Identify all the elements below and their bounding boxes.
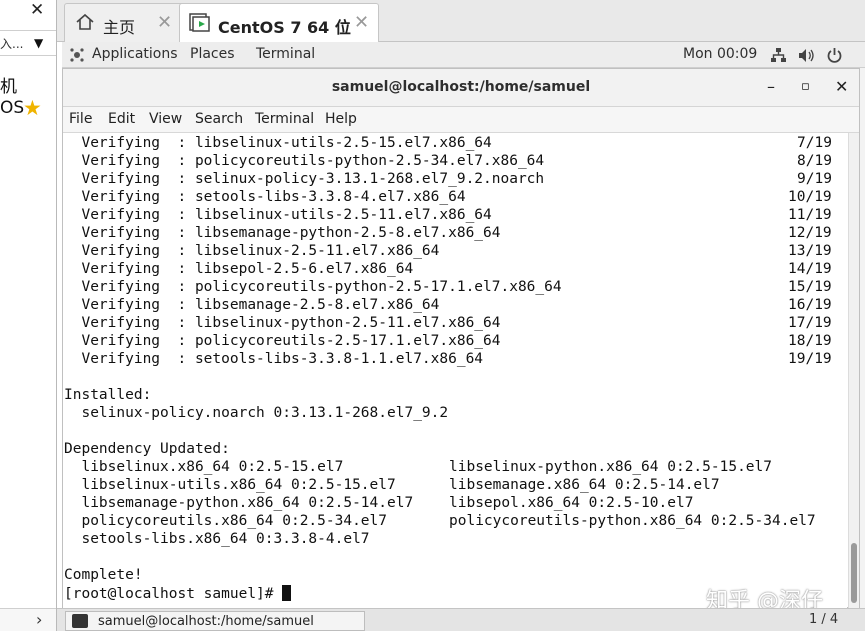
verify-count: 19/19 — [788, 351, 832, 367]
vm-running-icon — [189, 13, 210, 32]
verify-count: 10/19 — [788, 189, 832, 205]
verify-line: Verifying : libsemanage-python-2.5-8.el7… — [64, 225, 501, 241]
tab-centos[interactable]: CentOS 7 64 位 ✕ — [179, 3, 379, 42]
clock[interactable]: Mon 00:09 — [683, 46, 757, 62]
menu-edit[interactable]: Edit — [108, 111, 135, 127]
star-icon[interactable]: ★ — [23, 96, 42, 120]
host-sidebar: ✕ 入... ▼ 机 OS ★ › — [0, 0, 57, 631]
home-icon — [76, 13, 94, 30]
verify-count: 15/19 — [788, 279, 832, 295]
sidebar-combo-text: 入... — [0, 37, 24, 51]
verify-line: Verifying : policycoreutils-python-2.5-1… — [64, 279, 562, 295]
sidebar-footer: › — [0, 608, 56, 631]
volume-icon[interactable] — [798, 47, 815, 64]
verify-line: Verifying : setools-libs-3.3.8-4.el7.x86… — [64, 189, 466, 205]
applications-menu[interactable]: Applications — [92, 46, 178, 62]
power-icon[interactable] — [826, 47, 843, 64]
dependency-right: libselinux-python.x86_64 0:2.5-15.el7 — [449, 459, 773, 475]
terminal-window: samuel@localhost:/home/samuel – ▫ ✕ File… — [62, 68, 860, 608]
close-button[interactable]: ✕ — [835, 77, 848, 96]
workspace-pager[interactable]: 1 / 4 — [809, 612, 838, 627]
dependency-left: policycoreutils.x86_64 0:2.5-34.el7 — [64, 513, 388, 529]
gnome-foot-icon — [70, 48, 84, 62]
tab-home-close-icon[interactable]: ✕ — [157, 12, 172, 33]
minimize-button[interactable]: – — [767, 77, 775, 96]
menu-help[interactable]: Help — [325, 111, 357, 127]
sidebar-search-combo[interactable]: 入... ▼ — [0, 30, 56, 56]
chevron-right-icon[interactable]: › — [36, 610, 42, 629]
tab-centos-close-icon[interactable]: ✕ — [354, 12, 369, 33]
vm-tab-bar: 主页 ✕ CentOS 7 64 位 ✕ — [57, 0, 865, 42]
verify-line: Verifying : policycoreutils-python-2.5-3… — [64, 153, 545, 169]
dependency-header: Dependency Updated: — [64, 441, 230, 457]
verify-line: Verifying : libsepol-2.5-6.el7.x86_64 — [64, 261, 414, 277]
dependency-right: libsepol.x86_64 0:2.5-10.el7 — [449, 495, 694, 511]
verify-count: 8/19 — [797, 153, 832, 169]
dependency-right: libsemanage.x86_64 0:2.5-14.el7 — [449, 477, 720, 493]
vm-screen: ✕ 入... ▼ 机 OS ★ › 主页 ✕ CentOS 7 64 位 ✕ A… — [0, 0, 865, 631]
terminal-menubar: File Edit View Search Terminal Help — [63, 107, 859, 133]
dependency-left: setools-libs.x86_64 0:3.3.8-4.el7 — [64, 531, 370, 547]
places-menu[interactable]: Places — [190, 46, 235, 62]
verify-line: Verifying : libselinux-utils-2.5-15.el7.… — [64, 135, 492, 151]
tab-centos-label: CentOS 7 64 位 — [218, 18, 351, 37]
shell-prompt: [root@localhost samuel]# — [64, 586, 283, 602]
terminal-icon — [72, 614, 88, 628]
network-icon[interactable] — [770, 47, 787, 64]
verify-count: 12/19 — [788, 225, 832, 241]
verify-count: 18/19 — [788, 333, 832, 349]
installed-header: Installed: — [64, 387, 152, 403]
tab-home-label: 主页 — [103, 18, 136, 37]
terminal-app-menu[interactable]: Terminal — [256, 46, 315, 62]
window-title: samuel@localhost:/home/samuel — [331, 79, 591, 95]
dropdown-arrow-icon[interactable]: ▼ — [34, 36, 43, 50]
shell-prompt-line[interactable]: [root@localhost samuel]# — [64, 585, 292, 603]
scrollbar-thumb[interactable] — [851, 543, 857, 603]
verify-count: 14/19 — [788, 261, 832, 277]
verify-line: Verifying : setools-libs-3.3.8-1.1.el7.x… — [64, 351, 484, 367]
verify-count: 11/19 — [788, 207, 832, 223]
dependency-right: policycoreutils-python.x86_64 0:2.5-34.e… — [449, 513, 816, 529]
verify-line: Verifying : libsemanage-2.5-8.el7.x86_64 — [64, 297, 440, 313]
verify-count: 17/19 — [788, 315, 832, 331]
installed-package: selinux-policy.noarch 0:3.13.1-268.el7_9… — [64, 405, 449, 421]
gnome-top-bar: Applications Places Terminal Mon 00:09 — [62, 42, 865, 68]
window-edge — [860, 68, 865, 608]
gnome-taskbar: samuel@localhost:/home/samuel 1 / 4 — [57, 608, 865, 631]
verify-count: 9/19 — [797, 171, 832, 187]
terminal-output[interactable]: Verifying : libselinux-utils-2.5-15.el7.… — [63, 133, 847, 608]
verify-count: 16/19 — [788, 297, 832, 313]
verify-line: Verifying : policycoreutils-2.5-17.1.el7… — [64, 333, 501, 349]
verify-line: Verifying : libselinux-2.5-11.el7.x86_64 — [64, 243, 440, 259]
menu-terminal[interactable]: Terminal — [255, 111, 314, 127]
dependency-left: libselinux-utils.x86_64 0:2.5-15.el7 — [64, 477, 396, 493]
verify-line: Verifying : libselinux-utils-2.5-11.el7.… — [64, 207, 492, 223]
menu-view[interactable]: View — [149, 111, 182, 127]
taskbar-item-terminal[interactable]: samuel@localhost:/home/samuel — [65, 611, 365, 631]
menu-search[interactable]: Search — [195, 111, 243, 127]
dependency-left: libselinux.x86_64 0:2.5-15.el7 — [64, 459, 344, 475]
menu-file[interactable]: File — [69, 111, 92, 127]
maximize-button[interactable]: ▫ — [801, 79, 810, 94]
sidebar-item-label-1[interactable]: 机 — [0, 72, 17, 97]
text-cursor — [282, 585, 292, 601]
taskbar-item-label: samuel@localhost:/home/samuel — [98, 614, 314, 629]
dependency-left: libsemanage-python.x86_64 0:2.5-14.el7 — [64, 495, 414, 511]
sidebar-item-label-2[interactable]: OS — [0, 98, 24, 118]
window-titlebar[interactable]: samuel@localhost:/home/samuel – ▫ ✕ — [63, 69, 859, 107]
terminal-scrollbar[interactable] — [848, 133, 859, 608]
sidebar-close-icon[interactable]: ✕ — [30, 0, 44, 20]
verify-line: Verifying : libselinux-python-2.5-11.el7… — [64, 315, 501, 331]
complete-message: Complete! — [64, 567, 143, 583]
verify-line: Verifying : selinux-policy-3.13.1-268.el… — [64, 171, 545, 187]
verify-count: 7/19 — [797, 135, 832, 151]
verify-count: 13/19 — [788, 243, 832, 259]
